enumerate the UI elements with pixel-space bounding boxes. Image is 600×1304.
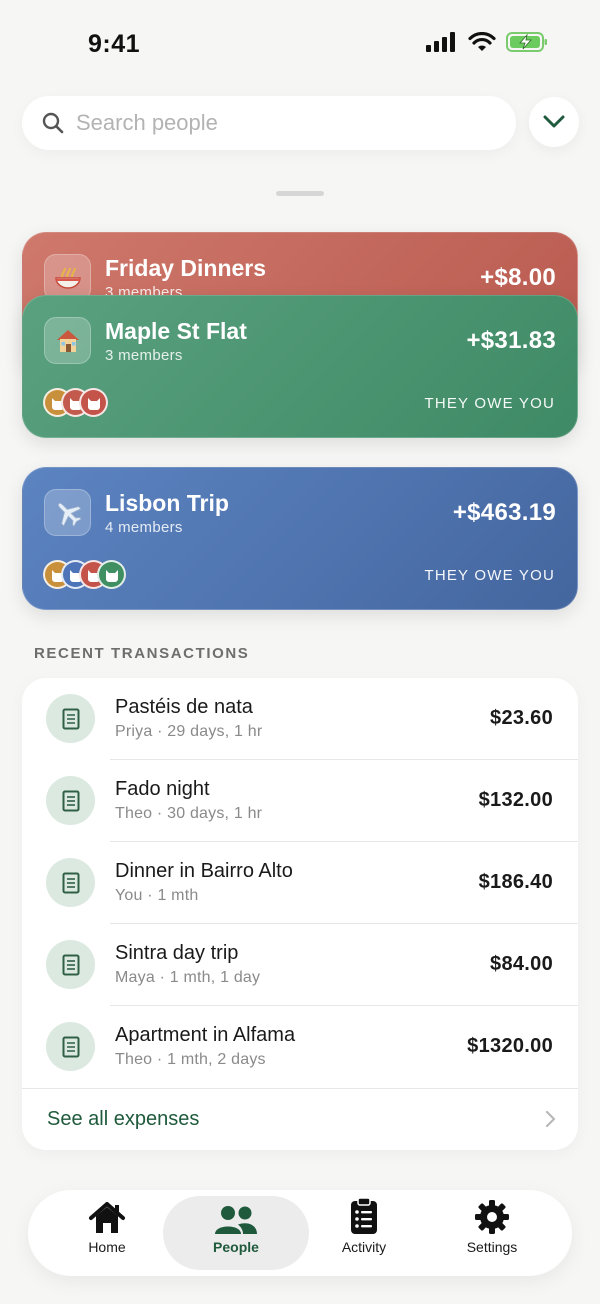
tab-people[interactable]: People bbox=[163, 1196, 309, 1270]
search-icon bbox=[42, 112, 64, 134]
group-name: Lisbon Trip bbox=[105, 490, 229, 516]
group-members: 3 members bbox=[105, 347, 183, 364]
group-name: Maple St Flat bbox=[105, 318, 247, 344]
airplane-icon bbox=[44, 489, 91, 536]
transaction-payer: You bbox=[115, 887, 143, 904]
balance-status: THEY OWE YOU bbox=[424, 395, 555, 412]
transaction-row[interactable]: Fado night Theo · 30 days, 1 hr $132.00 bbox=[22, 760, 578, 842]
battery-charging-icon bbox=[506, 32, 547, 52]
transaction-meta: Theo · 1 mth, 2 days bbox=[115, 1051, 266, 1068]
status-icons bbox=[426, 32, 548, 52]
transaction-title: Pastéis de nata bbox=[115, 696, 253, 718]
transaction-payer: Theo bbox=[115, 1051, 153, 1068]
transaction-title: Dinner in Bairro Alto bbox=[115, 860, 293, 882]
transaction-payer: Maya bbox=[115, 969, 155, 986]
receipt-icon bbox=[46, 694, 95, 743]
transaction-time: 29 days, 1 hr bbox=[167, 723, 263, 740]
status-time: 9:41 bbox=[88, 30, 141, 58]
cellular-signal-icon bbox=[426, 32, 455, 52]
tab-label: Activity bbox=[341, 1239, 387, 1255]
group-members: 4 members bbox=[105, 519, 183, 536]
people-icon bbox=[215, 1206, 257, 1234]
noodle-bowl-icon bbox=[44, 254, 91, 301]
clipboard-icon bbox=[351, 1197, 377, 1234]
chevron-right-icon bbox=[545, 1110, 556, 1128]
transaction-amount: $132.00 bbox=[478, 789, 553, 811]
receipt-icon bbox=[46, 1022, 95, 1071]
avatar bbox=[79, 388, 108, 417]
transaction-time: 1 mth bbox=[157, 887, 199, 904]
transaction-time: 1 mth, 2 days bbox=[167, 1051, 266, 1068]
transaction-amount: $84.00 bbox=[490, 953, 553, 975]
group-balance: +$463.19 bbox=[452, 499, 556, 526]
transaction-meta: You · 1 mth bbox=[115, 887, 199, 904]
transaction-row[interactable]: Sintra day trip Maya · 1 mth, 1 day $84.… bbox=[22, 924, 578, 1006]
tab-activity[interactable]: Activity bbox=[291, 1196, 437, 1270]
transaction-title: Sintra day trip bbox=[115, 942, 239, 964]
avatar bbox=[97, 560, 126, 589]
transaction-payer: Priya bbox=[115, 723, 153, 740]
collapse-button[interactable] bbox=[529, 97, 579, 147]
transaction-amount: $186.40 bbox=[478, 871, 553, 893]
gear-icon bbox=[475, 1200, 509, 1234]
transaction-amount: $23.60 bbox=[490, 707, 553, 729]
group-name: Friday Dinners bbox=[105, 255, 267, 281]
transaction-title: Apartment in Alfama bbox=[115, 1024, 296, 1046]
balance-status: THEY OWE YOU bbox=[424, 567, 555, 584]
group-balance: +$31.83 bbox=[466, 327, 556, 354]
section-title: RECENT TRANSACTIONS bbox=[34, 645, 250, 662]
wifi-icon bbox=[468, 32, 496, 51]
drag-handle[interactable] bbox=[276, 191, 324, 196]
receipt-icon bbox=[46, 940, 95, 989]
transaction-meta: Maya · 1 mth, 1 day bbox=[115, 969, 261, 986]
group-balance: +$8.00 bbox=[480, 264, 556, 291]
tab-label: People bbox=[213, 1239, 259, 1255]
tab-home[interactable]: Home bbox=[34, 1196, 180, 1270]
tab-label: Home bbox=[88, 1239, 126, 1255]
group-card-maple-st-flat[interactable]: Maple St Flat 3 members +$31.83 THEY OWE… bbox=[22, 295, 578, 438]
search-bar[interactable] bbox=[22, 96, 516, 150]
receipt-icon bbox=[46, 858, 95, 907]
house-icon bbox=[44, 317, 91, 364]
transaction-amount: $1320.00 bbox=[467, 1035, 553, 1057]
transaction-row[interactable]: Dinner in Bairro Alto You · 1 mth $186.4… bbox=[22, 842, 578, 924]
see-all-expenses-link[interactable]: See all expenses bbox=[22, 1088, 578, 1150]
transaction-payer: Theo bbox=[115, 805, 153, 822]
member-avatars bbox=[43, 388, 108, 417]
chevron-down-icon bbox=[543, 115, 565, 128]
status-bar: 9:41 bbox=[0, 0, 600, 90]
transaction-row[interactable]: Apartment in Alfama Theo · 1 mth, 2 days… bbox=[22, 1006, 578, 1088]
see-all-label: See all expenses bbox=[47, 1108, 200, 1130]
transactions-list: Pastéis de nata Priya · 29 days, 1 hr $2… bbox=[22, 678, 578, 1150]
transaction-time: 30 days, 1 hr bbox=[167, 805, 263, 822]
search-input[interactable] bbox=[76, 110, 476, 136]
tab-label: Settings bbox=[466, 1239, 518, 1255]
member-avatars bbox=[43, 560, 126, 589]
transaction-meta: Priya · 29 days, 1 hr bbox=[115, 723, 263, 740]
tab-bar: Home People Activity Settings bbox=[28, 1190, 572, 1276]
transaction-meta: Theo · 30 days, 1 hr bbox=[115, 805, 263, 822]
tab-settings[interactable]: Settings bbox=[419, 1196, 565, 1270]
home-icon bbox=[89, 1202, 125, 1233]
transaction-title: Fado night bbox=[115, 778, 210, 800]
transaction-time: 1 mth, 1 day bbox=[169, 969, 261, 986]
transaction-row[interactable]: Pastéis de nata Priya · 29 days, 1 hr $2… bbox=[22, 678, 578, 760]
receipt-icon bbox=[46, 776, 95, 825]
group-card-lisbon-trip[interactable]: Lisbon Trip 4 members +$463.19 THEY OWE … bbox=[22, 467, 578, 610]
